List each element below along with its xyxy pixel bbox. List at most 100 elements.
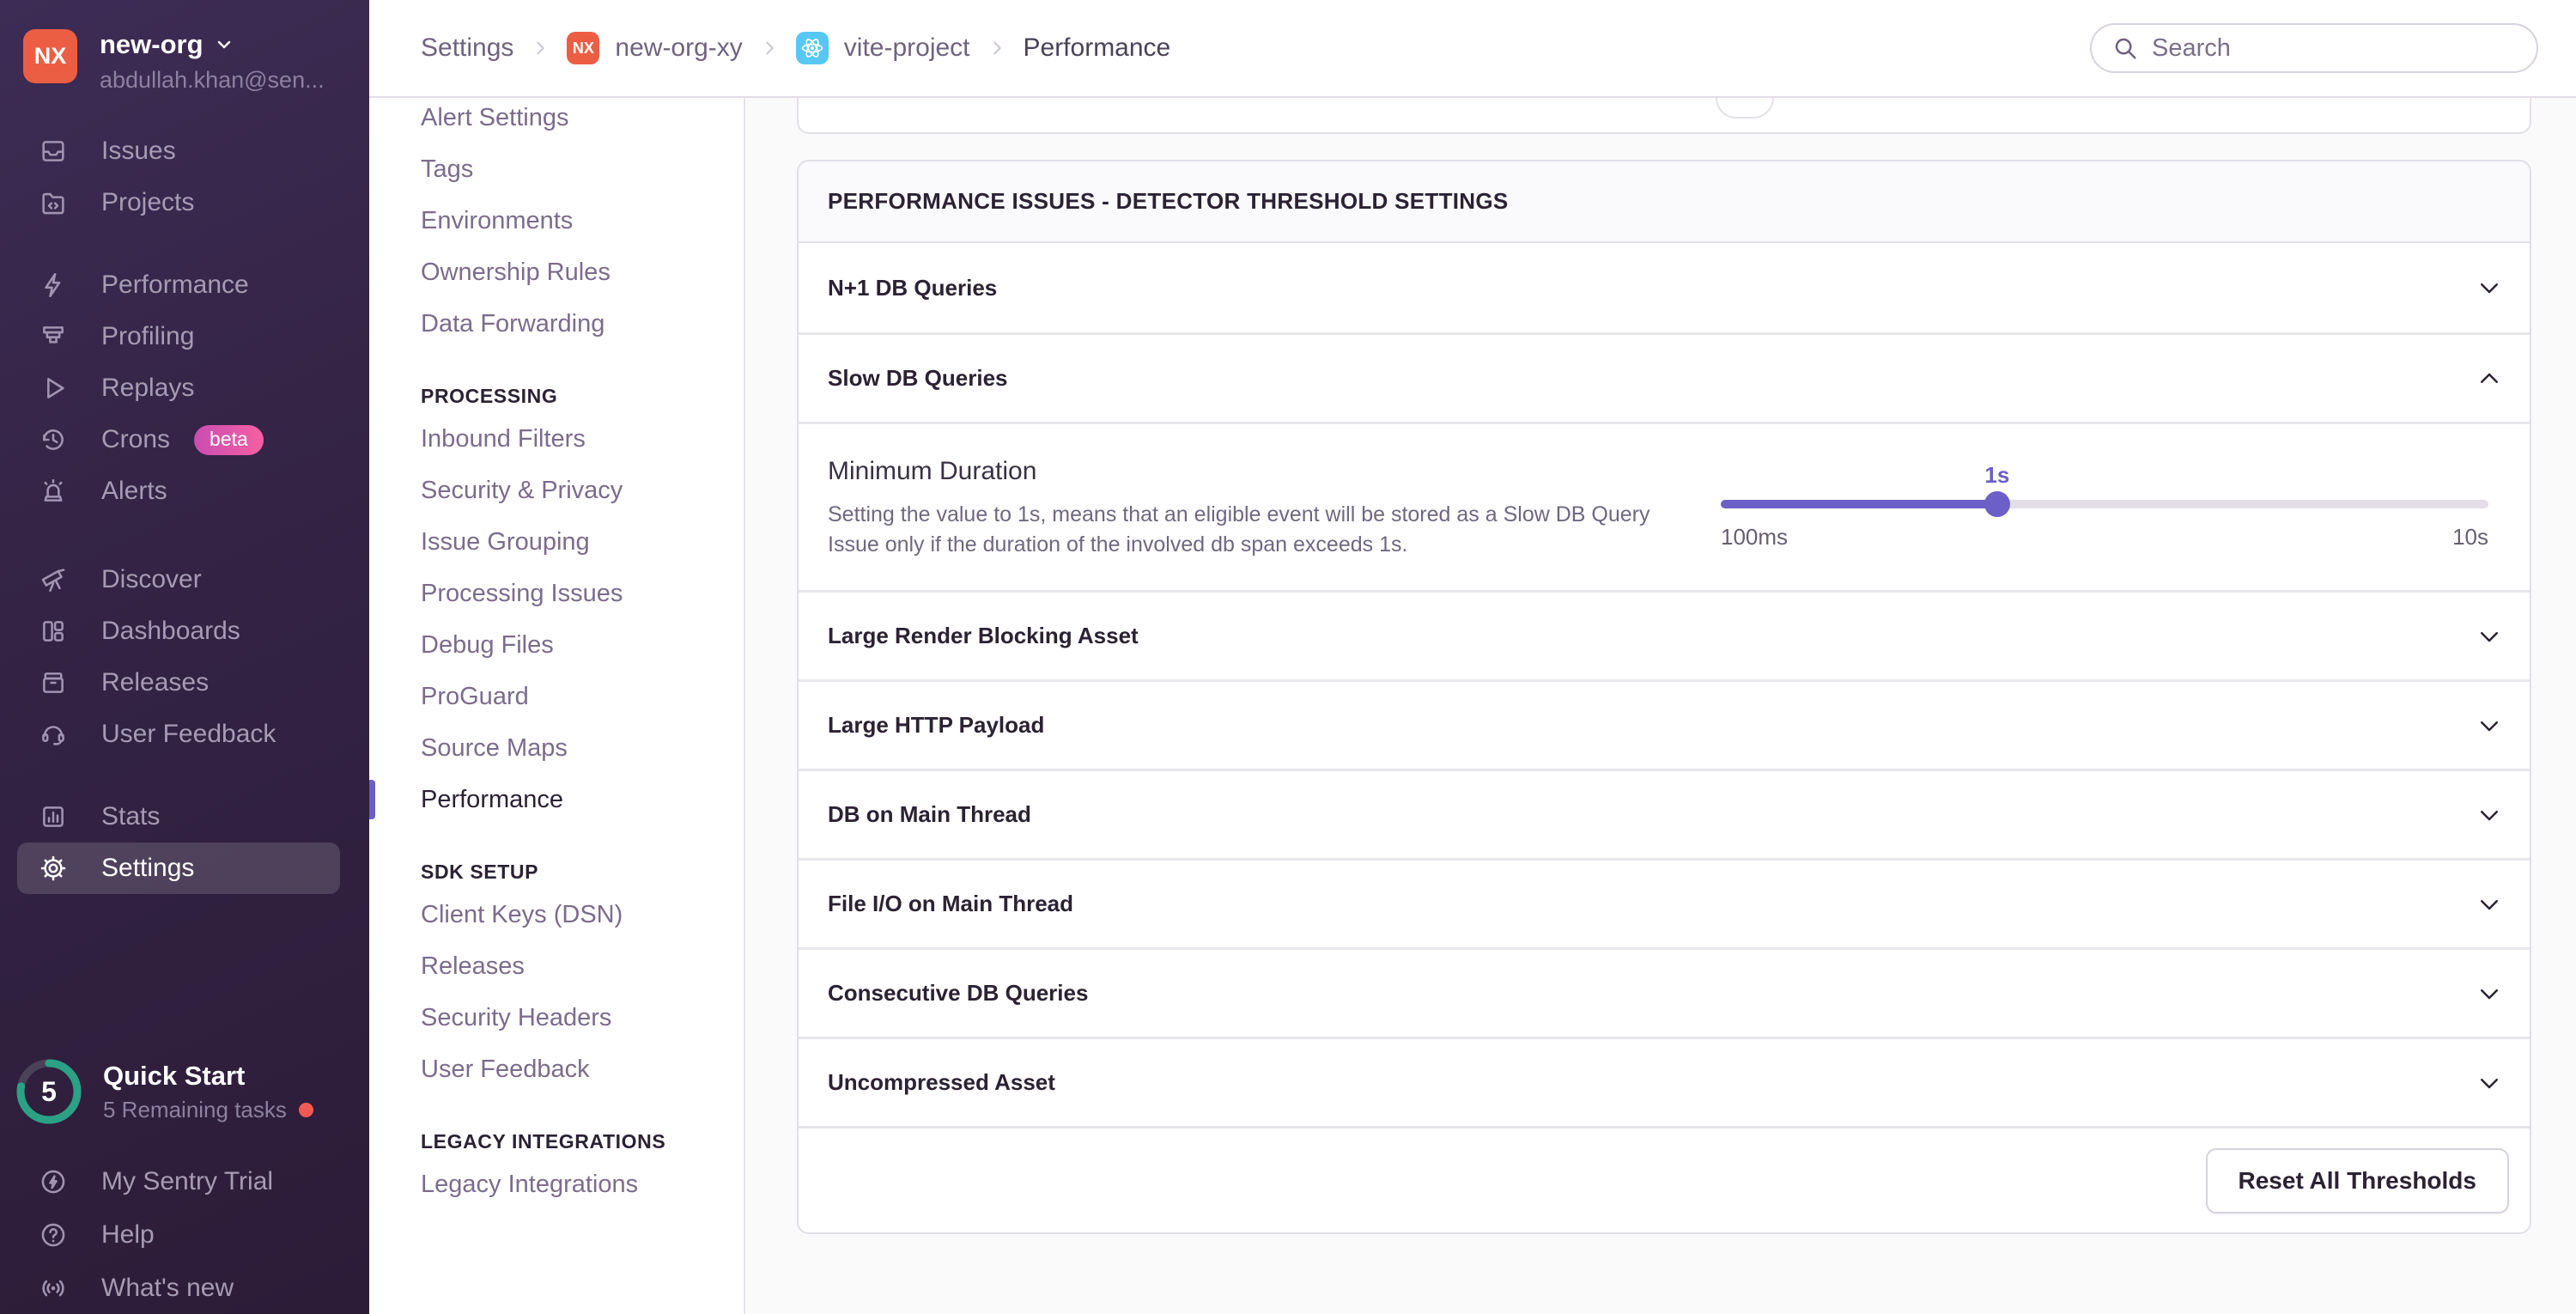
sidebar-item-label: My Sentry Trial — [101, 1167, 274, 1195]
sidebar-footer-nav: My Sentry Trial Help What's new — [0, 1155, 369, 1314]
settings-nav-item-label: Issue Grouping — [421, 527, 590, 556]
settings-nav-item-issue-grouping[interactable]: Issue Grouping — [369, 516, 744, 568]
settings-nav-item-label: Legacy Integrations — [421, 1170, 639, 1198]
sidebar-item-dashboards[interactable]: Dashboards — [0, 605, 369, 657]
settings-nav-item-label: Security Headers — [421, 1003, 612, 1031]
settings-nav-item-inbound-filters[interactable]: Inbound Filters — [369, 413, 744, 465]
settings-nav-item-security-headers[interactable]: Security Headers — [369, 992, 744, 1043]
detector-threshold-panel: PERFORMANCE ISSUES - DETECTOR THRESHOLD … — [797, 160, 2531, 1234]
sidebar-item-label: Stats — [101, 802, 161, 830]
minimum-duration-slider[interactable]: 1s 100ms 10s — [1721, 457, 2488, 590]
org-email: abdullah.khan@sen... — [100, 67, 325, 93]
breadcrumb: Settings NX new-org-xy vite-project Perf… — [421, 32, 1170, 64]
breadcrumb-organization[interactable]: NX new-org-xy — [567, 32, 743, 64]
minimum-duration-label: Minimum Duration — [828, 457, 1037, 485]
settings-nav-item-tags[interactable]: Tags — [369, 143, 744, 195]
detector-row-slow-db-queries[interactable]: Slow DB Queries — [799, 332, 2530, 422]
chevron-up-icon — [2476, 366, 2502, 392]
org-switcher[interactable]: NX new-org abdullah.khan@sen... — [23, 29, 369, 94]
chevron-down-icon — [2476, 713, 2502, 739]
settings-nav-item-source-maps[interactable]: Source Maps — [369, 722, 744, 774]
detector-row-large-http-payload[interactable]: Large HTTP Payload — [799, 679, 2530, 769]
sidebar-item-profiling[interactable]: Profiling — [0, 311, 369, 362]
settings-nav-item-processing-issues[interactable]: Processing Issues — [369, 568, 744, 619]
settings-nav-item-label: Inbound Filters — [421, 424, 586, 453]
sidebar-item-label: Settings — [101, 854, 195, 882]
sidebar-item-replays[interactable]: Replays — [0, 362, 369, 414]
slider-value-label: 1s — [1984, 462, 2010, 488]
sidebar-item-label: Crons — [101, 425, 171, 453]
global-search[interactable] — [2090, 23, 2538, 73]
settings-nav-item-security-privacy[interactable]: Security & Privacy — [369, 465, 744, 516]
settings-nav-item-client-keys-dsn[interactable]: Client Keys (DSN) — [369, 889, 744, 940]
slider-track[interactable] — [1721, 500, 2488, 508]
settings-nav-item-label: Processing Issues — [421, 579, 623, 607]
sidebar-item-settings[interactable]: Settings — [17, 843, 340, 894]
sidebar-item-discover[interactable]: Discover — [0, 554, 369, 605]
top-header: Settings NX new-org-xy vite-project Perf… — [369, 0, 2576, 98]
whats-new-icon — [38, 1273, 69, 1304]
settings-nav-item-label: Source Maps — [421, 733, 568, 762]
settings-nav-item-legacy-integrations[interactable]: Legacy Integrations — [369, 1159, 744, 1210]
slider-thumb[interactable] — [1984, 491, 2010, 517]
sidebar-item-label: Discover — [101, 565, 202, 593]
detector-row-label: Consecutive DB Queries — [828, 980, 1089, 1006]
reset-all-thresholds-button[interactable]: Reset All Thresholds — [2205, 1147, 2509, 1214]
primary-sidebar: NX new-org abdullah.khan@sen... Issues Pr… — [0, 0, 369, 1314]
detector-row-n-1-db-queries[interactable]: N+1 DB Queries — [799, 243, 2530, 332]
chevron-down-icon — [2476, 802, 2502, 828]
minimum-duration-description: Setting the value to 1s, means that an e… — [828, 502, 1650, 557]
crons-icon — [38, 424, 69, 455]
breadcrumb-current-page: Performance — [1023, 33, 1171, 62]
collapse-handle[interactable] — [1716, 98, 1775, 119]
performance-icon — [38, 270, 69, 301]
sidebar-item-performance[interactable]: Performance — [0, 259, 369, 311]
search-input[interactable] — [2152, 33, 2516, 63]
sidebar-item-stats[interactable]: Stats — [0, 791, 369, 843]
sidebar-item-my-sentry-trial[interactable]: My Sentry Trial — [0, 1155, 369, 1208]
sidebar-item-help[interactable]: Help — [0, 1208, 369, 1262]
org-badge-icon: NX — [567, 32, 600, 64]
stats-icon — [38, 801, 69, 832]
settings-nav-item-label: User Feedback — [421, 1055, 590, 1083]
breadcrumb-project[interactable]: vite-project — [795, 32, 970, 64]
sidebar-item-crons[interactable]: Crons beta — [0, 414, 369, 465]
settings-nav-header-sdk-setup: SDK SETUP — [421, 860, 539, 883]
sidebar-item-label: Projects — [101, 188, 195, 216]
settings-nav-item-performance[interactable]: Performance — [369, 774, 744, 825]
settings-nav-item-proguard[interactable]: ProGuard — [369, 671, 744, 722]
settings-nav-item-environments[interactable]: Environments — [369, 195, 744, 246]
sidebar-item-projects[interactable]: Projects — [0, 177, 369, 228]
breadcrumb-settings[interactable]: Settings — [421, 33, 513, 63]
detector-row-db-on-main-thread[interactable]: DB on Main Thread — [799, 769, 2530, 858]
alerts-icon — [38, 476, 69, 507]
settings-nav-item-data-forwarding[interactable]: Data Forwarding — [369, 298, 744, 350]
sidebar-item-releases[interactable]: Releases — [0, 657, 369, 709]
detector-row-consecutive-db-queries[interactable]: Consecutive DB Queries — [799, 947, 2530, 1037]
detector-row-large-render-blocking-asset[interactable]: Large Render Blocking Asset — [799, 590, 2530, 679]
settings-nav-item-ownership-rules[interactable]: Ownership Rules — [369, 246, 744, 298]
chevron-right-icon — [760, 39, 779, 58]
detector-row-file-i-o-on-main-thread[interactable]: File I/O on Main Thread — [799, 858, 2530, 947]
slider-max-label: 10s — [2452, 524, 2488, 550]
sidebar-item-issues[interactable]: Issues — [0, 125, 369, 177]
sidebar-item-label: User Feedback — [101, 720, 276, 748]
detector-row-uncompressed-asset[interactable]: Uncompressed Asset — [799, 1037, 2530, 1126]
sidebar-item-user-feedback[interactable]: User Feedback — [0, 709, 369, 760]
profiling-icon — [38, 321, 69, 352]
app-root: NX new-org abdullah.khan@sen... Issues Pr… — [0, 0, 2576, 1314]
issues-icon — [38, 136, 69, 167]
sidebar-group: Stats Settings — [0, 791, 369, 894]
sidebar-item-what-s-new[interactable]: What's new — [0, 1262, 369, 1314]
sidebar-item-alerts[interactable]: Alerts — [0, 465, 369, 517]
settings-nav: Alert Settings Tags Environments Ownership … — [369, 98, 745, 1314]
settings-nav-item-user-feedback[interactable]: User Feedback — [369, 1043, 744, 1095]
settings-nav-item-alert-settings[interactable]: Alert Settings — [369, 98, 744, 143]
settings-nav-item-label: ProGuard — [421, 682, 529, 710]
main-content: PERFORMANCE ISSUES - DETECTOR THRESHOLD … — [745, 98, 2576, 1314]
settings-icon — [38, 853, 69, 884]
org-avatar: NX — [23, 29, 77, 83]
quick-start[interactable]: 5 Quick Start 5 Remaining tasks — [15, 1058, 313, 1125]
settings-nav-item-debug-files[interactable]: Debug Files — [369, 619, 744, 671]
settings-nav-item-releases[interactable]: Releases — [369, 940, 744, 992]
